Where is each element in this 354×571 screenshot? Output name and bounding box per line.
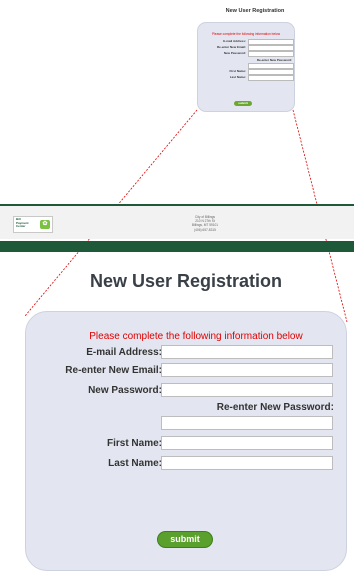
site-logo[interactable]: Bill Payment Center ✿ [13,216,53,233]
email-field[interactable] [161,345,333,359]
address-line: (406) 657-8315 [194,227,216,232]
first-name-row: First Name: [26,436,346,451]
password-row: New Password: [26,383,346,398]
registration-form-panel: Please complete the following informatio… [25,311,347,571]
page-title: New User Registration [89,271,283,291]
first-name-field[interactable] [161,436,333,450]
reenter-password-label: Re-enter New Password: [216,402,334,413]
email-label: E-mail Address: [86,347,162,358]
first-name-label: First Name: [106,438,162,449]
reenter-email-row: Re-enter New Email: [26,363,346,378]
leaf-icon: ✿ [40,220,50,229]
form-instructions: Please complete the following informatio… [89,331,303,342]
reenter-email-field[interactable] [161,363,333,377]
last-name-row: Last Name: [26,456,346,471]
site-header: Bill Payment Center ✿ City of Billings 2… [0,204,354,239]
reenter-password-field[interactable] [161,416,333,430]
email-row: E-mail Address: [26,345,346,360]
last-name-field[interactable] [161,456,333,470]
reenter-email-label: Re-enter New Email: [65,365,162,376]
reenter-password-row [26,416,346,431]
password-label: New Password: [88,385,162,396]
last-name-label: Last Name: [108,458,162,469]
submit-button[interactable]: submit [158,532,212,547]
address-block: City of Billings 210 N 27th St Billings,… [180,215,230,232]
header-green-bar [0,241,354,252]
password-field[interactable] [161,383,333,397]
logo-text: Bill Payment Center [16,217,29,229]
